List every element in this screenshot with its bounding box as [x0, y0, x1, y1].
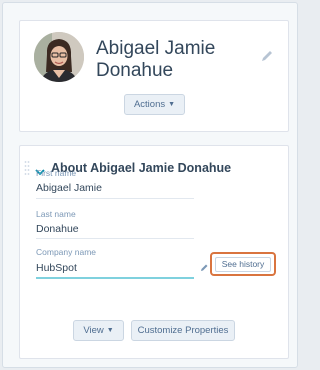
field-underline-active — [36, 277, 194, 279]
view-button[interactable]: View ▼ — [73, 320, 124, 341]
actions-label: Actions — [133, 99, 166, 110]
view-label: View — [83, 325, 104, 336]
field-value[interactable]: HubSpot — [36, 262, 77, 274]
avatar[interactable] — [34, 32, 84, 82]
edit-pencil-icon[interactable] — [260, 49, 274, 63]
avatar-photo — [34, 32, 84, 82]
field-company-name[interactable]: Company name HubSpot — [20, 146, 200, 302]
customize-properties-button[interactable]: Customize Properties — [131, 320, 235, 341]
contact-header-card: Abigael Jamie Donahue Actions ▼ — [19, 20, 289, 132]
see-history-button[interactable]: See history — [215, 256, 271, 272]
caret-down-icon: ▼ — [168, 101, 176, 108]
about-card: About Abigael Jamie Donahue First name A… — [19, 145, 289, 359]
contact-name: Abigael Jamie Donahue — [96, 38, 216, 81]
see-history-highlight: See history — [210, 252, 276, 276]
panel-frame: Abigael Jamie Donahue Actions ▼ About Ab… — [2, 2, 298, 368]
field-label: Company name — [36, 247, 97, 257]
actions-button[interactable]: Actions ▼ — [124, 94, 185, 115]
caret-down-icon: ▼ — [106, 327, 114, 334]
edit-pencil-icon[interactable] — [200, 259, 209, 271]
